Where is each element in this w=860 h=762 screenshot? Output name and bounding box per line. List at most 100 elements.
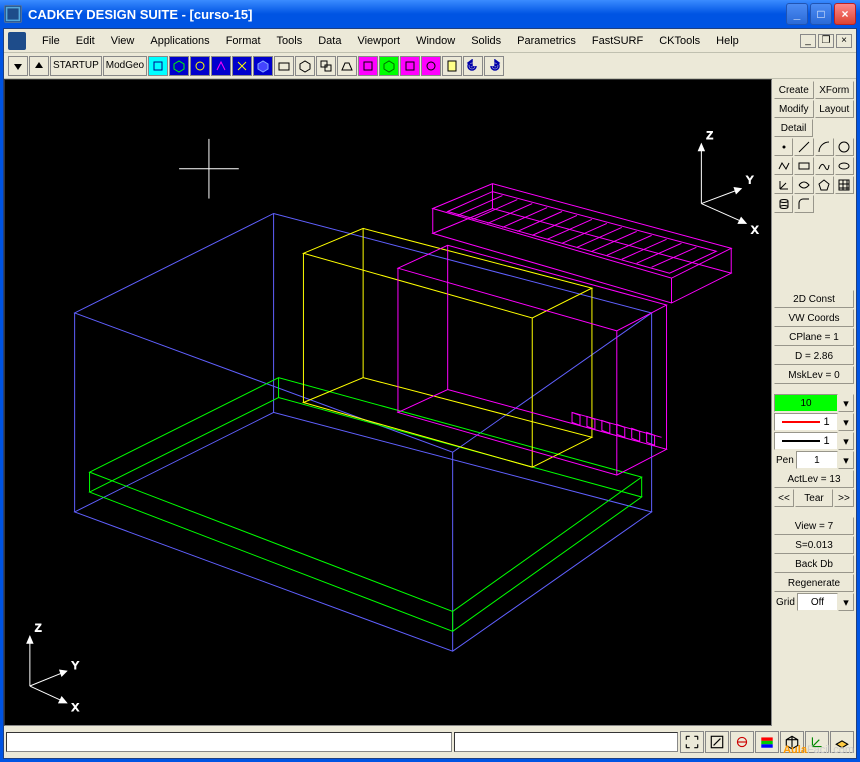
tool-box1-icon[interactable] — [274, 56, 294, 76]
pen-value: 1 — [796, 451, 838, 469]
scale-button[interactable]: S=0.013 — [774, 536, 854, 554]
actlev-button[interactable]: ActLev = 13 — [774, 470, 854, 488]
svg-text:X: X — [751, 224, 759, 236]
tool-cube1-icon[interactable] — [169, 56, 189, 76]
tool-hatch-icon[interactable] — [835, 176, 854, 194]
svg-text:Z: Z — [706, 130, 713, 142]
mdi-close-button[interactable]: × — [836, 34, 852, 48]
vw-coords-button[interactable]: VW Coords — [774, 309, 854, 327]
menu-tools[interactable]: Tools — [269, 33, 311, 49]
minimize-button[interactable]: _ — [786, 3, 808, 25]
viewport[interactable]: Z Y X Z Y X — [4, 79, 772, 726]
tool-polyline-icon[interactable] — [774, 157, 793, 175]
command-input[interactable] — [6, 732, 452, 752]
backdb-button[interactable]: Back Db — [774, 555, 854, 573]
tear-next-button[interactable]: >> — [834, 489, 854, 507]
tool-solid1-icon[interactable] — [358, 56, 378, 76]
mdi-minimize-button[interactable]: _ — [800, 34, 816, 48]
grid-dropdown[interactable]: Grid Off ▾ — [774, 593, 854, 611]
tool-solid2-icon[interactable] — [379, 56, 399, 76]
tool-snap-icon[interactable] — [148, 56, 168, 76]
tool-spline-icon[interactable] — [815, 157, 834, 175]
tool-cube2-icon[interactable] — [190, 56, 210, 76]
toolbar: STARTUP ModGeo — [4, 53, 856, 79]
tool-rect-icon[interactable] — [794, 157, 813, 175]
chevron-down-icon[interactable]: ▾ — [838, 394, 854, 412]
tool-circle-icon[interactable] — [835, 138, 854, 156]
startup-button[interactable]: STARTUP — [50, 56, 102, 76]
grid-label: Grid — [774, 593, 797, 611]
tool-point-icon[interactable] — [774, 138, 793, 156]
tool-solid4-icon[interactable] — [421, 56, 441, 76]
menu-bar: File Edit View Applications Format Tools… — [4, 29, 856, 53]
msklev-button[interactable]: MskLev = 0 — [774, 366, 854, 384]
tool-ellipse-icon[interactable] — [835, 157, 854, 175]
tool-box3-icon[interactable] — [316, 56, 336, 76]
menu-file[interactable]: File — [34, 33, 68, 49]
menu-fastsurf[interactable]: FastSURF — [584, 33, 651, 49]
menu-edit[interactable]: Edit — [68, 33, 103, 49]
tool-line-icon[interactable] — [794, 138, 813, 156]
tool-box2-icon[interactable] — [295, 56, 315, 76]
chevron-down-icon[interactable]: ▾ — [838, 451, 854, 469]
tool-helix-icon[interactable] — [774, 195, 793, 213]
tab-xform[interactable]: XForm — [815, 81, 855, 99]
chevron-down-icon[interactable]: ▾ — [838, 432, 854, 450]
pen-dropdown[interactable]: Pen 1 ▾ — [774, 451, 854, 469]
tool-cube5-icon[interactable] — [253, 56, 273, 76]
undo-button[interactable] — [463, 56, 483, 76]
mdi-restore-button[interactable]: ❐ — [818, 34, 834, 48]
depth-button[interactable]: D = 2.86 — [774, 347, 854, 365]
grid-value: Off — [797, 593, 838, 611]
regenerate-button[interactable]: Regenerate — [774, 574, 854, 592]
chevron-down-icon[interactable]: ▾ — [838, 593, 854, 611]
menu-window[interactable]: Window — [408, 33, 463, 49]
tab-create[interactable]: Create — [774, 81, 814, 99]
menu-solids[interactable]: Solids — [463, 33, 509, 49]
title-bar: CADKEY DESIGN SUITE - [curso-15] _ □ × — [0, 0, 860, 28]
menu-parametrics[interactable]: Parametrics — [509, 33, 584, 49]
status-pan-icon[interactable] — [730, 731, 754, 753]
tab-modify[interactable]: Modify — [774, 100, 814, 118]
tool-sheet-icon[interactable] — [442, 56, 462, 76]
chevron-down-icon[interactable]: ▾ — [838, 413, 854, 431]
status-zoom-extent-icon[interactable] — [680, 731, 704, 753]
menu-help[interactable]: Help — [708, 33, 747, 49]
tool-polygon-icon[interactable] — [815, 176, 834, 194]
menu-cktools[interactable]: CKTools — [651, 33, 708, 49]
menu-view[interactable]: View — [103, 33, 143, 49]
color-dropdown[interactable]: 10 ▾ — [774, 394, 854, 412]
linetype1-dropdown[interactable]: 1 ▾ — [774, 413, 854, 431]
history-up-button[interactable] — [29, 56, 49, 76]
history-down-button[interactable] — [8, 56, 28, 76]
const-2d-button[interactable]: 2D Const — [774, 290, 854, 308]
svg-text:Y: Y — [72, 660, 80, 672]
tool-curve-icon[interactable] — [794, 176, 813, 194]
status-zoom-window-icon[interactable] — [705, 731, 729, 753]
tool-box4-icon[interactable] — [337, 56, 357, 76]
tear-prev-button[interactable]: << — [774, 489, 794, 507]
redo-button[interactable] — [484, 56, 504, 76]
menu-viewport[interactable]: Viewport — [349, 33, 408, 49]
tool-axis-icon[interactable] — [774, 176, 793, 194]
svg-text:Z: Z — [35, 622, 42, 634]
cplane-button[interactable]: CPlane = 1 — [774, 328, 854, 346]
status-render-icon[interactable] — [755, 731, 779, 753]
tool-solid3-icon[interactable] — [400, 56, 420, 76]
tool-cube4-icon[interactable] — [232, 56, 252, 76]
tool-fillet-icon[interactable] — [794, 195, 813, 213]
menu-format[interactable]: Format — [218, 33, 269, 49]
view-button[interactable]: View = 7 — [774, 517, 854, 535]
menu-data[interactable]: Data — [310, 33, 349, 49]
menu-applications[interactable]: Applications — [142, 33, 217, 49]
maximize-button[interactable]: □ — [810, 3, 832, 25]
tear-button[interactable]: Tear — [795, 489, 833, 507]
tool-arc-icon[interactable] — [815, 138, 834, 156]
modgeo-button[interactable]: ModGeo — [103, 56, 147, 76]
linetype2-dropdown[interactable]: 1 ▾ — [774, 432, 854, 450]
tool-cube3-icon[interactable] — [211, 56, 231, 76]
tab-detail[interactable]: Detail — [774, 119, 813, 137]
drawing-canvas[interactable]: Z Y X Z Y X — [5, 80, 771, 725]
close-button[interactable]: × — [834, 3, 856, 25]
tab-layout[interactable]: Layout — [815, 100, 855, 118]
